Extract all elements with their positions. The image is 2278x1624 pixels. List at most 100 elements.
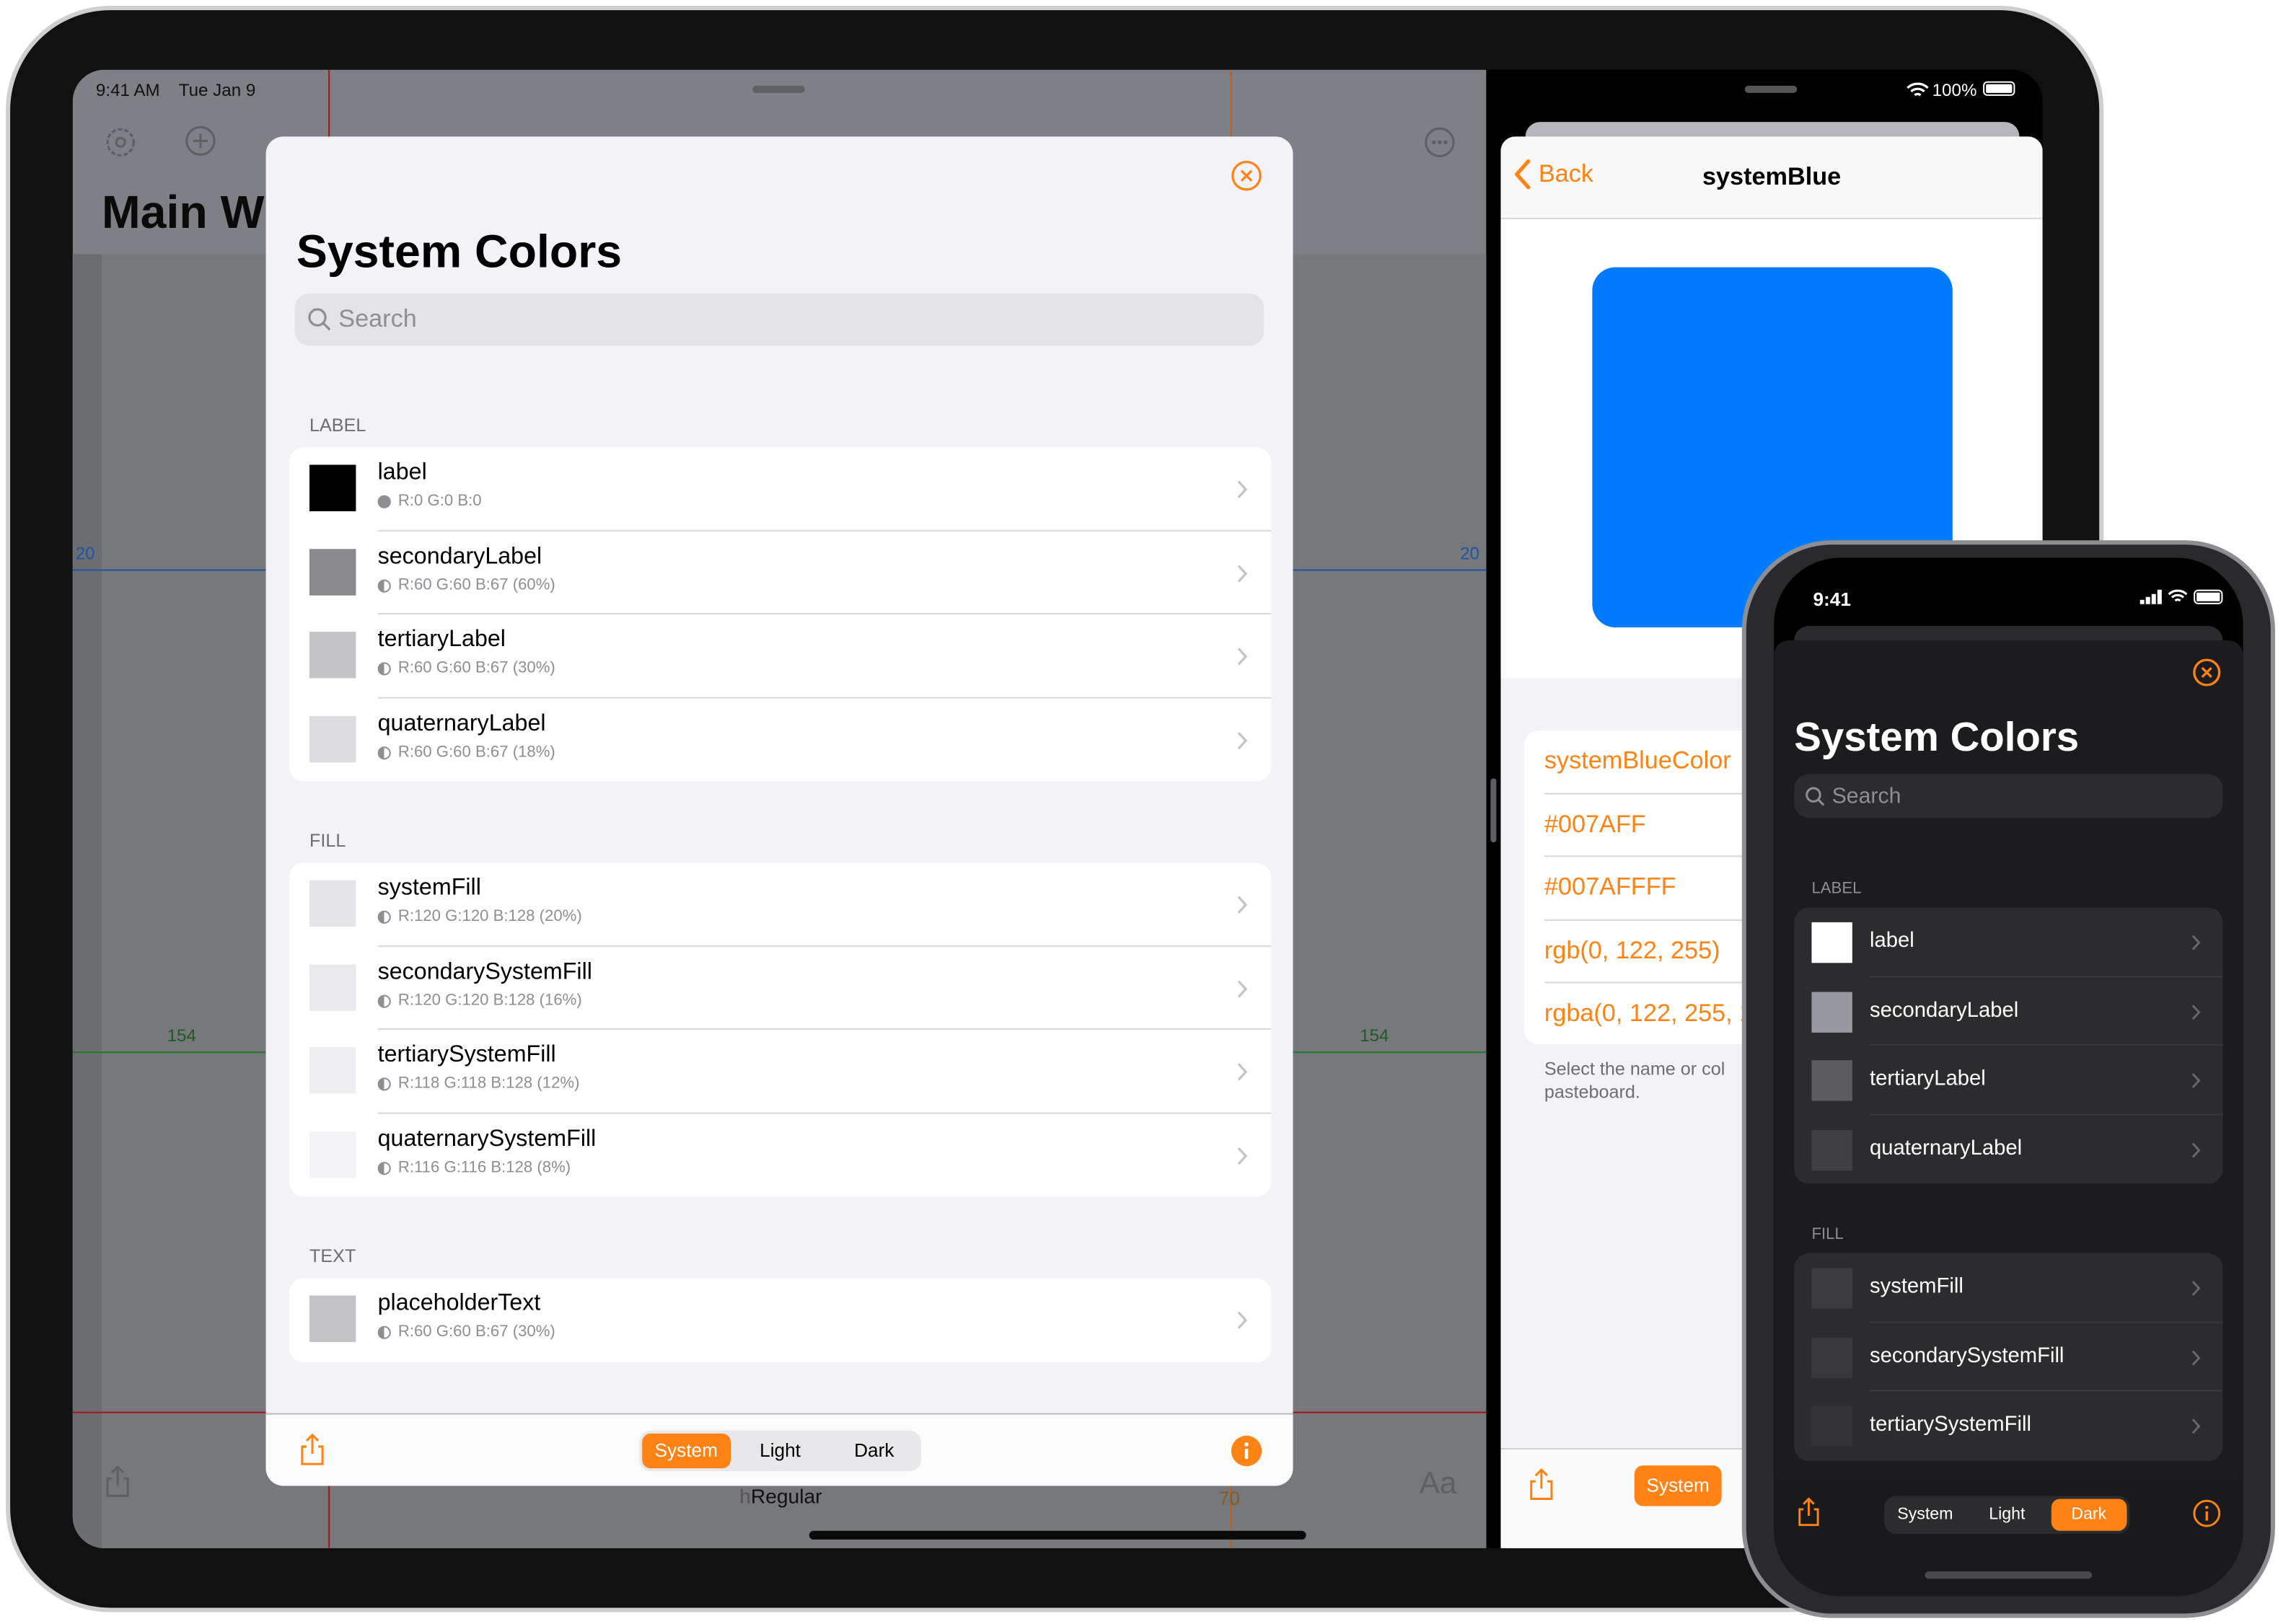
list-item[interactable]: secondarySystemFill [1794, 1323, 2223, 1392]
color-value: #007AFF [1544, 809, 1646, 838]
iphone-screen: 9:41 System Colors Search LABEL label seco… [1774, 557, 2243, 1597]
list-item[interactable]: tertiarySystemFill R:118 G:118 B:128 (12%… [289, 1030, 1272, 1113]
gear-icon[interactable] [103, 125, 138, 159]
chevron-right-icon [1237, 1063, 1248, 1081]
close-icon[interactable] [1231, 160, 1262, 192]
appearance-option-system[interactable]: System [642, 1433, 731, 1469]
chevron-right-icon [2191, 1349, 2201, 1365]
color-value: R:60 G:60 B:67 (30%) [397, 1323, 555, 1341]
color-swatch [1811, 991, 1852, 1032]
chevron-right-icon [1237, 648, 1248, 666]
share-icon[interactable] [1795, 1496, 1821, 1527]
status-date: Tue Jan 9 [178, 79, 256, 100]
add-icon[interactable] [185, 125, 216, 156]
section-header: LABEL [1811, 880, 1862, 898]
color-value: R:60 G:60 B:67 (30%) [397, 659, 555, 677]
close-icon[interactable] [2192, 658, 2221, 687]
chevron-right-icon [2191, 1280, 2201, 1296]
appearance-system-button[interactable]: System [1634, 1465, 1722, 1506]
wifi-icon [2168, 589, 2188, 602]
appearance-option-dark[interactable]: Dark [2051, 1499, 2127, 1531]
appearance-option-light[interactable]: Light [1969, 1499, 2045, 1530]
chevron-right-icon [2191, 935, 2201, 950]
list-item[interactable]: tertiarySystemFill [1794, 1391, 2222, 1460]
color-value: R:120 G:120 B:128 (20%) [397, 907, 582, 925]
share-icon[interactable] [298, 1432, 327, 1467]
status-time: 9:41 [1813, 588, 1851, 610]
list-item[interactable]: secondaryLabel R:60 G:60 B:67 (60%) [289, 531, 1272, 614]
battery-icon [1983, 81, 2015, 96]
chevron-right-icon [1237, 731, 1248, 749]
color-swatch [1811, 1268, 1852, 1309]
size-class-label: hRegular [739, 1484, 822, 1507]
home-indicator [1925, 1571, 2093, 1579]
device-mockup: 9:41 AM Tue Jan 9 Main W 20 20 154 154 h… [0, 0, 2278, 1624]
list-item[interactable]: quaternaryLabel R:60 G:60 B:67 (18%) [289, 698, 1271, 782]
chevron-right-icon [2191, 1004, 2201, 1020]
appearance-segmented-control: System Light Dark [1884, 1496, 2130, 1534]
search-placeholder: Search [1831, 783, 1901, 808]
color-group: systemFill R:120 G:120 B:128 (20%) seconda… [289, 862, 1272, 1197]
size-class-value: Regular [750, 1484, 822, 1508]
color-swatch [309, 464, 356, 511]
filled-circle-icon [377, 495, 391, 508]
list-item[interactable]: secondarySystemFill R:120 G:120 B:128 (16… [289, 946, 1272, 1030]
font-button[interactable]: Aa [1420, 1467, 1457, 1501]
half-circle-icon [377, 1325, 391, 1339]
page-title: Main W [101, 185, 265, 239]
half-circle-icon [377, 578, 391, 592]
list-item[interactable]: systemFill R:120 G:120 B:128 (20%) [289, 862, 1272, 947]
appearance-option-light[interactable]: Light [736, 1434, 824, 1468]
color-swatch [309, 632, 356, 679]
color-swatch [1811, 922, 1852, 963]
signal-icon [2140, 589, 2162, 604]
list-item[interactable]: systemFill [1794, 1253, 2223, 1323]
search-input[interactable]: Search [1794, 774, 2223, 818]
color-name: secondaryLabel [377, 544, 542, 569]
multitasking-handle[interactable] [752, 85, 805, 93]
half-circle-icon [377, 1161, 391, 1175]
list-item[interactable]: label R:0 G:0 B:0 [289, 447, 1272, 531]
info-icon[interactable] [2192, 1499, 2221, 1527]
color-swatch [1811, 1060, 1852, 1101]
system-colors-modal-dark: System Colors Search LABEL label secondary… [1774, 640, 2243, 1597]
chevron-right-icon [1237, 1311, 1248, 1329]
color-name: tertiaryLabel [377, 627, 506, 653]
battery-icon [2194, 589, 2223, 604]
info-icon[interactable] [1231, 1435, 1262, 1467]
color-swatch [309, 1130, 356, 1178]
search-input[interactable]: Search [294, 293, 1265, 346]
color-value: R:120 G:120 B:128 (16%) [397, 991, 582, 1009]
color-group: label secondaryLabel tertiaryLabel quaterna… [1794, 907, 2223, 1184]
appearance-segmented-control: System Light Dark [639, 1430, 921, 1472]
color-group: placeholderText R:60 G:60 B:67 (30%) [289, 1278, 1272, 1362]
section-header: LABEL [309, 415, 366, 436]
color-value: #007AFFFF [1544, 873, 1676, 901]
detail-title: systemBlue [1702, 162, 1842, 190]
color-value: R:60 G:60 B:67 (60%) [397, 575, 555, 593]
list-item[interactable]: tertiaryLabel R:60 G:60 B:67 (30%) [289, 614, 1272, 698]
list-item[interactable]: secondaryLabel [1794, 976, 2223, 1046]
color-swatch [309, 880, 356, 927]
color-swatch [1811, 1129, 1852, 1170]
size-class-prefix: h [739, 1484, 751, 1508]
color-group: systemFill secondarySystemFill tertiarySys… [1794, 1253, 2223, 1461]
list-item[interactable]: tertiaryLabel [1794, 1046, 2223, 1115]
modal-title: System Colors [1794, 714, 2080, 760]
list-item[interactable]: placeholderText R:60 G:60 B:67 (30%) [289, 1278, 1271, 1362]
color-value: rgba(0, 122, 255, 1 [1544, 999, 1754, 1027]
appearance-option-dark[interactable]: Dark [830, 1434, 918, 1468]
appearance-option-system[interactable]: System [1887, 1499, 1963, 1530]
multitasking-handle[interactable] [1744, 85, 1798, 93]
share-icon[interactable] [1527, 1467, 1556, 1501]
list-item[interactable]: label [1794, 908, 2223, 977]
color-name: quaternarySystemFill [377, 1126, 597, 1152]
more-icon[interactable] [1424, 126, 1456, 158]
color-name: quaternaryLabel [377, 710, 546, 736]
color-name: tertiaryLabel [1870, 1067, 1986, 1091]
share-icon[interactable] [103, 1464, 132, 1499]
split-view-divider[interactable] [1490, 778, 1497, 843]
color-name: secondaryLabel [1870, 998, 2019, 1022]
list-item[interactable]: quaternarySystemFill R:116 G:116 B:128 (8… [289, 1113, 1271, 1197]
list-item[interactable]: quaternaryLabel [1794, 1115, 2222, 1184]
